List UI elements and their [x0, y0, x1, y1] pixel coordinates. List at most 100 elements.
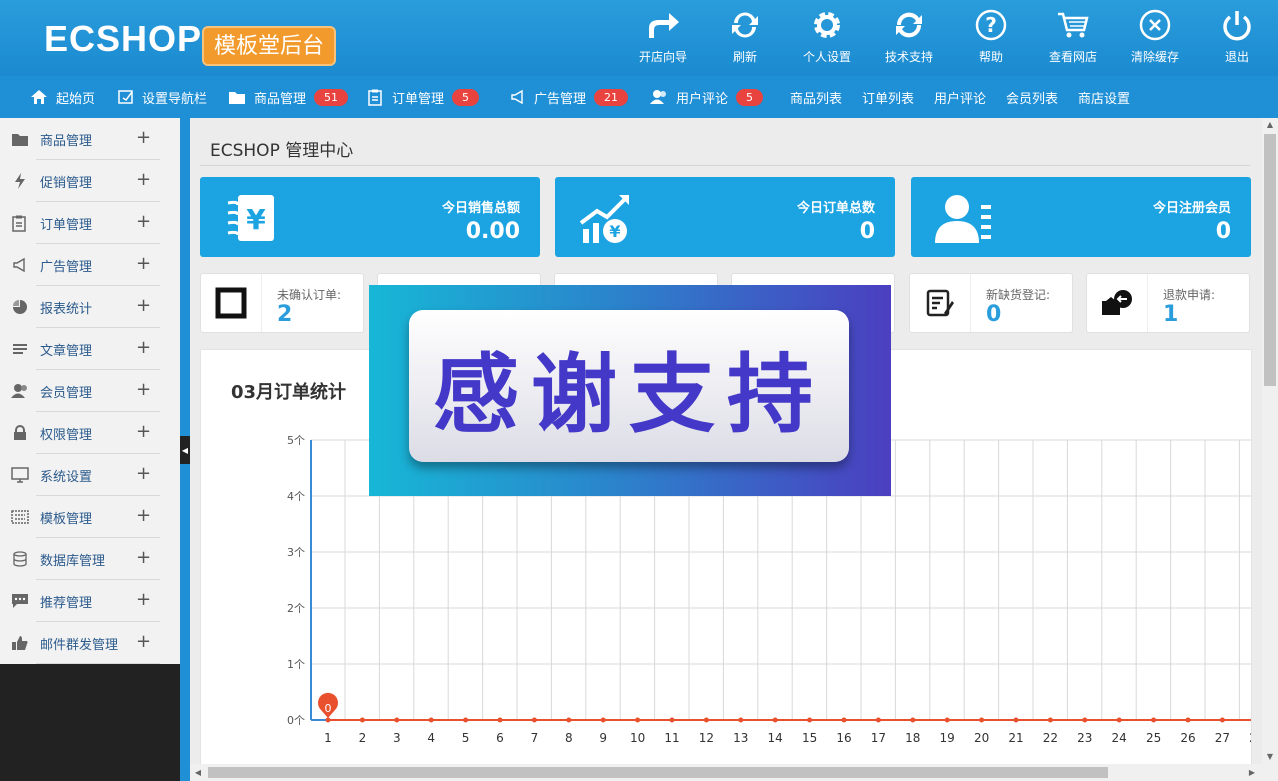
data-point — [1116, 717, 1122, 723]
x-tick-label: 8 — [565, 731, 573, 745]
sync-icon — [892, 6, 926, 44]
nav-label: 退出 — [1224, 50, 1249, 64]
x-tick-label: 25 — [1146, 731, 1161, 745]
expand-plus-icon[interactable]: + — [136, 590, 151, 610]
svg-text:¥: ¥ — [246, 203, 266, 236]
x-tick-label: 3 — [393, 731, 401, 745]
page-title: ECSHOP 管理中心 — [210, 141, 354, 161]
expand-plus-icon[interactable]: + — [136, 380, 151, 400]
menu-item-nav-settings[interactable]: 设置导航栏 — [118, 76, 207, 118]
megaphone-icon — [10, 257, 30, 273]
menu-item-home[interactable]: 起始页 — [30, 76, 95, 118]
growth-chart-icon: ¥ — [577, 187, 637, 247]
x-tick-label: 22 — [1043, 731, 1058, 745]
vertical-scrollbar[interactable]: ▲ ▼ — [1262, 118, 1278, 764]
mini-card-unconfirmed-orders[interactable]: 未确认订单: 2 — [200, 273, 364, 333]
nav-open-store-guide[interactable]: 开店向导 — [622, 6, 704, 65]
sidebar-item-ads[interactable]: 广告管理 + — [0, 244, 180, 286]
refresh-icon — [728, 6, 762, 44]
menu-item-member-list[interactable]: 会员列表 — [1006, 76, 1058, 118]
expand-plus-icon[interactable]: + — [136, 464, 151, 484]
menu-label: 商店设置 — [1078, 91, 1131, 107]
y-tick-label: 4个 — [287, 490, 305, 503]
expand-plus-icon[interactable]: + — [136, 506, 151, 526]
x-tick-label: 2 — [359, 731, 367, 745]
sidebar-item-label: 系统设置 — [40, 469, 93, 485]
sidebar-item-orders[interactable]: 订单管理 + — [0, 202, 180, 244]
expand-plus-icon[interactable]: + — [136, 632, 151, 652]
x-tick-label: 20 — [974, 731, 989, 745]
nav-help[interactable]: ? 帮助 — [950, 6, 1032, 65]
expand-plus-icon[interactable]: + — [136, 296, 151, 316]
stat-card-sales[interactable]: ¥ 今日销售总额 0.00 — [200, 177, 540, 257]
sidebar-item-templates[interactable]: 模板管理 + — [0, 496, 180, 538]
sidebar-item-recommend[interactable]: 推荐管理 + — [0, 580, 180, 622]
menu-label: 商品列表 — [790, 91, 843, 107]
expand-plus-icon[interactable]: + — [136, 128, 151, 148]
mini-card-refund[interactable]: 退款申请: 1 — [1086, 273, 1250, 333]
data-label: 0 — [325, 702, 332, 715]
scroll-down-arrow-icon[interactable]: ▼ — [1262, 750, 1278, 764]
menu-item-goods[interactable]: 商品管理 51 — [228, 76, 349, 118]
sidebar-item-database[interactable]: 数据库管理 + — [0, 538, 180, 580]
sidebar-collapse-toggle[interactable]: ◀ — [180, 436, 190, 464]
menu-item-goods-list[interactable]: 商品列表 — [790, 76, 842, 118]
sidebar-item-permissions[interactable]: 权限管理 + — [0, 412, 180, 454]
x-tick-label: 4 — [427, 731, 435, 745]
menu-item-shop-settings[interactable]: 商店设置 — [1078, 76, 1130, 118]
sidebar-item-members[interactable]: 会员管理 + — [0, 370, 180, 412]
nav-clear-cache[interactable]: 清除缓存 — [1114, 6, 1196, 65]
data-point — [359, 717, 365, 723]
data-point — [531, 717, 537, 723]
chat-icon — [10, 593, 30, 609]
expand-plus-icon[interactable]: + — [136, 254, 151, 274]
x-tick-label: 19 — [940, 731, 955, 745]
data-point — [944, 717, 950, 723]
x-tick-label: 14 — [768, 731, 783, 745]
folder-icon — [228, 90, 246, 105]
nav-personal-settings[interactable]: 个人设置 — [786, 6, 868, 65]
menu-item-ads[interactable]: 广告管理 21 — [510, 76, 629, 118]
menu-item-comments[interactable]: 用户评论 5 — [650, 76, 764, 118]
stat-card-orders[interactable]: ¥ 今日订单总数 0 — [555, 177, 895, 257]
x-tick-label: 18 — [905, 731, 920, 745]
expand-plus-icon[interactable]: + — [136, 170, 151, 190]
mini-card-stock-register[interactable]: 新缺货登记: 0 — [909, 273, 1073, 333]
stat-card-members[interactable]: 今日注册会员 0 — [911, 177, 1251, 257]
monitor-icon — [10, 467, 30, 483]
menu-item-order-list[interactable]: 订单列表 — [862, 76, 914, 118]
sidebar-item-promotion[interactable]: 促销管理 + — [0, 160, 180, 202]
x-tick-label: 11 — [664, 731, 679, 745]
data-point — [1013, 717, 1019, 723]
horizontal-scrollbar[interactable]: ◀ ▶ — [190, 764, 1278, 781]
scroll-up-arrow-icon[interactable]: ▲ — [1262, 118, 1278, 132]
sidebar-item-goods[interactable]: 商品管理 + — [0, 118, 180, 160]
sidebar-item-system[interactable]: 系统设置 + — [0, 454, 180, 496]
expand-plus-icon[interactable]: + — [136, 338, 151, 358]
expand-plus-icon[interactable]: + — [136, 422, 151, 442]
nav-refresh[interactable]: 刷新 — [704, 6, 786, 65]
scroll-right-arrow-icon[interactable]: ▶ — [1244, 764, 1260, 781]
vertical-scroll-thumb[interactable] — [1264, 134, 1276, 386]
scroll-left-arrow-icon[interactable]: ◀ — [190, 764, 206, 781]
nav-view-store[interactable]: 查看网店 — [1032, 6, 1114, 65]
sidebar-item-articles[interactable]: 文章管理 + — [0, 328, 180, 370]
data-point — [1047, 717, 1053, 723]
menu-item-orders[interactable]: 订单管理 5 — [368, 76, 480, 118]
sidebar-item-label: 商品管理 — [40, 133, 93, 149]
data-point — [772, 717, 778, 723]
clipboard-icon — [368, 89, 384, 106]
sidebar-item-mail[interactable]: 邮件群发管理 + — [0, 622, 180, 664]
menu-item-user-comments[interactable]: 用户评论 — [934, 76, 986, 118]
expand-plus-icon[interactable]: + — [136, 548, 151, 568]
nav-tech-support[interactable]: 技术支持 — [868, 6, 950, 65]
data-point — [807, 717, 813, 723]
nav-logout[interactable]: 退出 — [1196, 6, 1278, 65]
sidebar-item-reports[interactable]: 报表统计 + — [0, 286, 180, 328]
horizontal-scroll-thumb[interactable] — [208, 767, 1108, 778]
x-tick-label: 26 — [1180, 731, 1195, 745]
data-point — [635, 717, 641, 723]
x-tick-label: 12 — [699, 731, 714, 745]
expand-plus-icon[interactable]: + — [136, 212, 151, 232]
nav-label: 清除缓存 — [1130, 50, 1179, 64]
